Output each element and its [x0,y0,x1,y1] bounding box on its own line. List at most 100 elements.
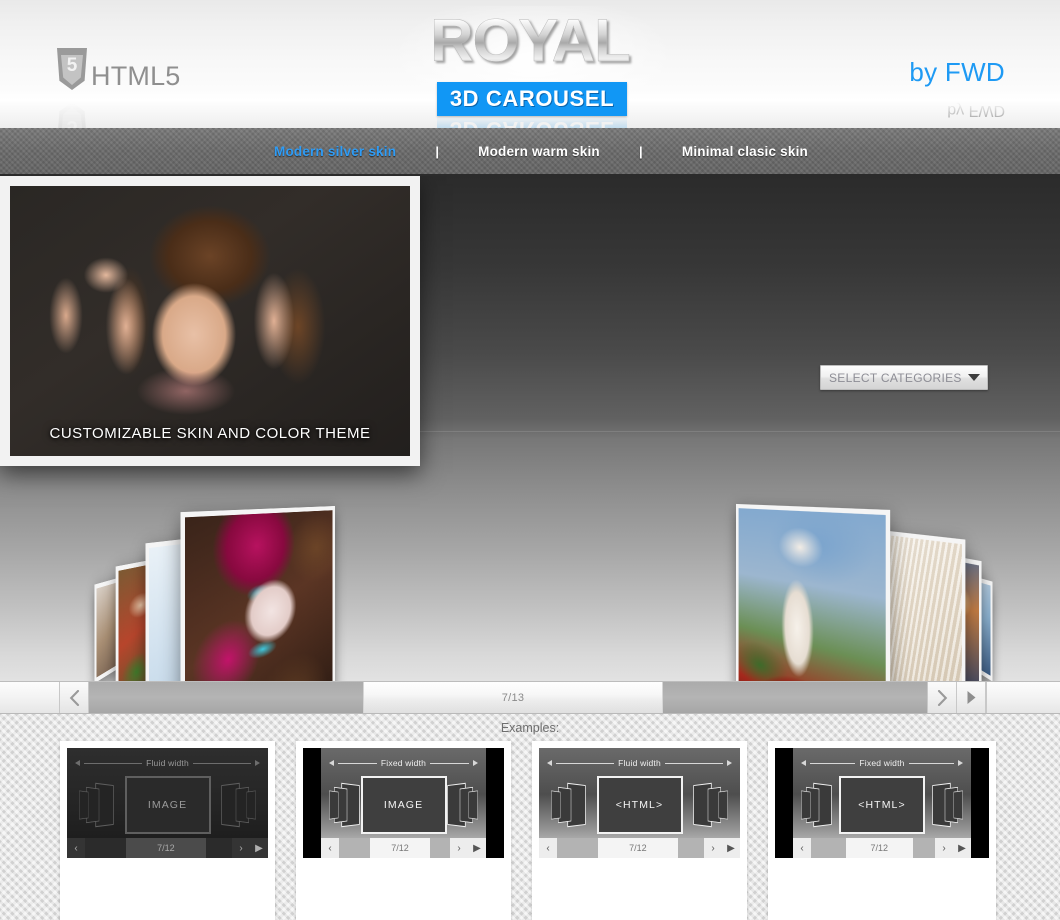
logo-subtitle: 3D CAROUSEL [449,86,615,111]
logo-subtitle-band-reflection: 3D CAROUSEL [437,116,627,128]
diagram-wing [329,790,339,820]
examples-panel: Examples: Fluid width IMAGE ‹ 7/12 › ▶ F… [0,714,1060,920]
arrow-left-icon [75,760,80,766]
html5-label: HTML5 [91,61,181,91]
controls-right-filler [986,682,1060,713]
diagram-wing [468,790,478,820]
carousel-controls: 7/13 [0,681,1060,714]
play-icon [966,690,977,705]
example-preview-1: Fluid width IMAGE ‹ 7/12 › ▶ [67,748,268,858]
html5-logo: HTML 5 HTML5 [57,48,181,90]
mini-play-icon[interactable]: ▶ [468,838,486,858]
slide-image [738,508,886,681]
arrow-left-icon [801,760,806,766]
diagram-wing [718,790,728,820]
skin-nav-items: Modern silver skin | Modern warm skin | … [274,144,808,159]
width-label-3: Fluid width [618,758,661,768]
nav-item-modern-warm-skin[interactable]: Modern warm skin [478,144,600,159]
arrow-right-icon [473,760,479,766]
width-label-2: Fixed width [380,758,427,768]
diagram-wing [953,790,963,820]
arrow-right-icon [958,760,964,766]
arrow-right-icon [727,760,732,766]
mini-next-icon[interactable]: › [232,838,250,858]
width-label-4: Fixed width [859,758,905,768]
logo-subtitle-reflection: 3D CAROUSEL [437,116,627,128]
featured-frame: CUSTOMIZABLE SKIN AND COLOR THEME [10,186,410,456]
mini-play-icon[interactable]: ▶ [953,838,971,858]
scrollbar-track-right[interactable] [663,682,927,713]
arrow-left-icon [547,760,552,766]
diagram-wing [801,790,811,820]
example-card-2[interactable]: Fixed width IMAGE ‹ 7/12 › ▶ [296,741,511,920]
example-card-1[interactable]: Fluid width IMAGE ‹ 7/12 › ▶ [60,741,275,920]
mini-prev-icon[interactable]: ‹ [793,838,811,858]
width-indicator-3: Fluid width [547,757,732,769]
example-mini-controls-3: ‹ 7/12 › ▶ [539,838,740,858]
html5-logo-reflection: 5 HTML5 [57,102,143,128]
chevron-right-icon [937,689,948,706]
mini-next-icon[interactable]: › [450,838,468,858]
logo-subtitle-band: 3D CAROUSEL [437,82,627,116]
mini-counter-2: 7/12 [370,838,431,858]
example-mini-controls-1: ‹ 7/12 › ▶ [67,838,268,858]
controls-left-filler [0,682,60,713]
logo-wordmark: ROYAL [413,9,647,72]
html5-shield-digit-reflection: 5 [61,107,83,128]
diagram-wing [551,790,561,820]
royal-3d-carousel-logo: ROYAL 3D CAROUSEL 3D CAROUSEL [393,6,673,128]
example-preview-4: Fixed width <HTML> ‹ 7/12 › ▶ [775,748,989,858]
mini-prev-icon[interactable]: ‹ [67,838,85,858]
nav-item-minimal-clasic-skin[interactable]: Minimal clasic skin [682,144,808,159]
carousel-featured-slide[interactable]: CUSTOMIZABLE SKIN AND COLOR THEME [0,176,420,466]
carousel-slides[interactable]: CUSTOMIZABLE SKIN AND COLOR THEME [0,176,1060,681]
carousel-diagram-4: <HTML> [793,774,971,838]
diagram-center-label-4: <HTML> [839,776,925,834]
diagram-center-label-1: IMAGE [124,776,211,834]
page-header: HTML 5 HTML5 5 HTML5 ROYAL 3D CAROUSEL 3… [0,0,1060,128]
carousel-diagram-3: <HTML> [539,774,740,838]
fwd-credit-reflection: by FWD [947,101,1005,119]
nav-item-modern-silver-skin[interactable]: Modern silver skin [274,144,396,159]
prev-button[interactable] [60,682,89,713]
next-button[interactable] [928,682,957,713]
example-preview-2: Fixed width IMAGE ‹ 7/12 › ▶ [303,748,504,858]
chevron-left-icon [69,689,80,706]
example-card-4[interactable]: Fixed width <HTML> ‹ 7/12 › ▶ [768,741,996,920]
mini-next-icon[interactable]: › [704,838,722,858]
mini-play-icon[interactable]: ▶ [250,838,268,858]
mini-counter-3: 7/12 [598,838,678,858]
html5-shield-icon: HTML 5 [57,48,87,90]
nav-separator-1: | [435,143,439,159]
mini-play-icon[interactable]: ▶ [722,838,740,858]
examples-title: Examples: [500,720,560,735]
mini-counter-4: 7/12 [845,838,913,858]
width-label-1: Fluid width [146,758,189,768]
mini-prev-icon[interactable]: ‹ [321,838,339,858]
carousel-stage: SELECT CATEGORIES CUSTOMIZABLE SKIN AND … [0,176,1060,681]
carousel-diagram-2: IMAGE [321,774,486,838]
html5-shield-caption: HTML [61,38,83,45]
carousel-slide-right-1[interactable] [736,503,891,681]
skin-nav-bar: Modern silver skin | Modern warm skin | … [0,128,1060,176]
slide-counter: 7/13 [501,691,525,704]
logo-reflection: 3D CAROUSEL [437,116,627,128]
scrollbar-track-left[interactable] [89,682,363,713]
nav-separator-2: | [639,143,643,159]
carousel-slide-left-1[interactable] [180,506,335,681]
arrow-right-icon [255,760,260,766]
example-card-3[interactable]: Fluid width <HTML> ‹ 7/12 › ▶ [532,741,747,920]
example-preview-3: Fluid width <HTML> ‹ 7/12 › ▶ [539,748,740,858]
fwd-credit[interactable]: by FWD [909,58,1005,86]
scrollbar-thumb[interactable]: 7/13 [363,682,663,713]
mini-counter-1: 7/12 [126,838,206,858]
featured-slide-image [10,186,410,456]
width-indicator-4: Fixed width [801,757,964,769]
html5-shield-icon-reflection: 5 [57,102,87,128]
examples-thumbnail-list: Fluid width IMAGE ‹ 7/12 › ▶ Fixed width… [60,741,996,920]
play-button[interactable] [957,682,986,713]
mini-next-icon[interactable]: › [935,838,953,858]
example-mini-controls-4: ‹ 7/12 › ▶ [793,838,971,858]
mini-prev-icon[interactable]: ‹ [539,838,557,858]
carousel-scrollbar-track[interactable]: 7/13 [89,682,928,713]
